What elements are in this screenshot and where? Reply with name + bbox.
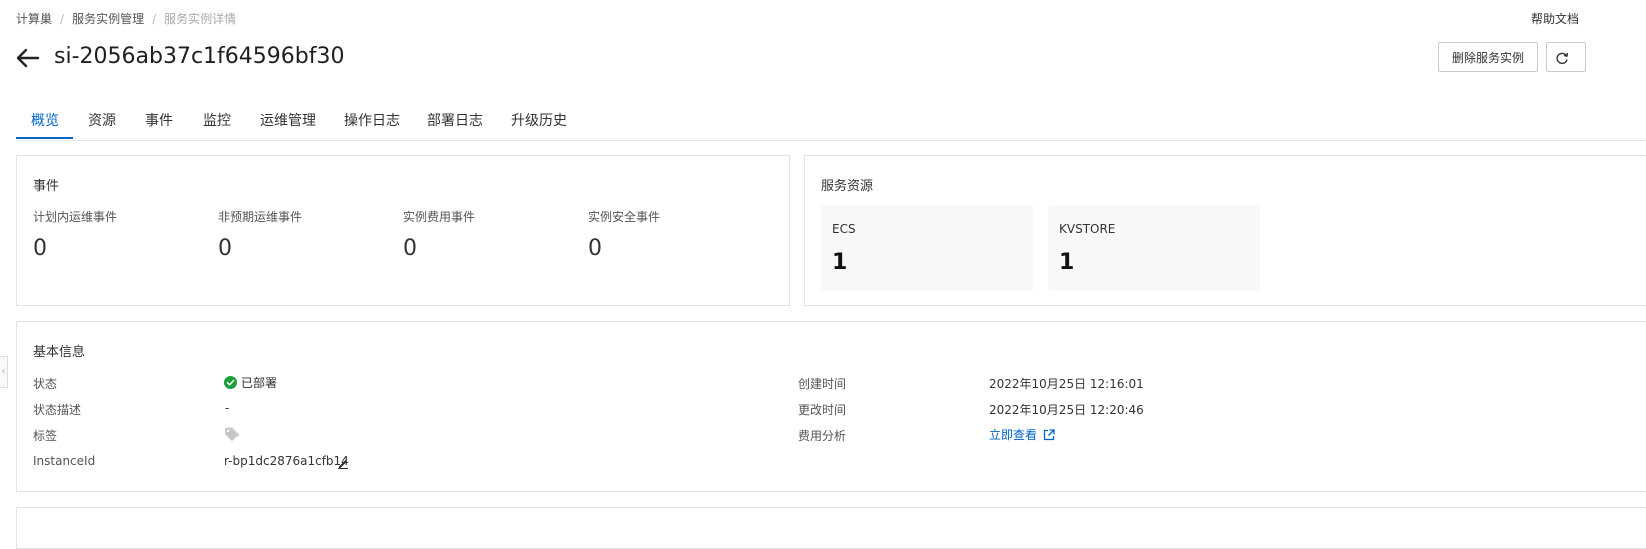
modified-time-value: 2022年10月25日 12:20:46 [989, 403, 1144, 417]
delete-instance-button[interactable]: 删除服务实例 [1438, 42, 1538, 72]
service-resources-card: 服务资源 ECS 1 KVSTORE 1 [804, 155, 1646, 306]
external-link-icon [1043, 428, 1055, 440]
tab-monitoring[interactable]: 监控 [203, 110, 231, 130]
back-arrow-icon[interactable] [14, 44, 42, 72]
view-cost-link[interactable]: 立即查看 [989, 426, 1055, 443]
breadcrumb-current: 服务实例详情 [164, 12, 237, 26]
next-section-card [16, 507, 1646, 549]
unexpected-ops-events-label: 非预期运维事件 [218, 210, 303, 224]
collapse-handle[interactable]: ‹ [0, 356, 8, 388]
instance-id-value: r-bp1dc2876a1cfb14 [224, 454, 349, 468]
tab-bar: 概览 资源 事件 监控 运维管理 操作日志 部署日志 升级历史 [16, 100, 1646, 141]
planned-ops-events-count[interactable]: 0 [33, 236, 47, 261]
cost-analysis-label: 费用分析 [798, 429, 847, 443]
cost-events-count[interactable]: 0 [403, 236, 417, 261]
resource-count: 1 [1059, 250, 1075, 275]
breadcrumb: 计算巢 / 服务实例管理 / 服务实例详情 [16, 10, 236, 27]
tab-upgrade-history[interactable]: 升级历史 [511, 110, 567, 130]
resource-name: KVSTORE [1059, 222, 1116, 236]
created-time-value: 2022年10月25日 12:16:01 [989, 377, 1144, 391]
tags-label: 标签 [33, 429, 58, 443]
unexpected-ops-events-count[interactable]: 0 [218, 236, 232, 261]
tab-operation-logs[interactable]: 操作日志 [344, 110, 400, 130]
resource-tile-ecs[interactable]: ECS 1 [821, 206, 1033, 290]
events-card: 事件 计划内运维事件 0 非预期运维事件 0 实例费用事件 0 实例安全事件 0 [16, 155, 790, 306]
tab-deploy-logs[interactable]: 部署日志 [427, 110, 483, 130]
breadcrumb-item-service-instances[interactable]: 服务实例管理 [72, 12, 144, 26]
created-time-label: 创建时间 [798, 377, 847, 391]
security-events-count[interactable]: 0 [588, 236, 602, 261]
status-description-label: 状态描述 [33, 403, 82, 417]
events-card-title: 事件 [33, 179, 60, 194]
modified-time-label: 更改时间 [798, 403, 847, 417]
cost-events-label: 实例费用事件 [403, 210, 476, 224]
resource-name: ECS [832, 222, 856, 236]
success-check-icon [224, 376, 237, 389]
refresh-icon [1556, 52, 1568, 65]
breadcrumb-separator: / [60, 12, 65, 26]
basic-info-title: 基本信息 [33, 345, 86, 360]
status-value: 已部署 [224, 374, 277, 391]
status-description-value: - [225, 401, 230, 415]
view-cost-link-text: 立即查看 [989, 428, 1038, 442]
basic-info-card: 基本信息 状态 已部署 状态描述 - 标签 InstanceId r-bp1dc… [16, 321, 1646, 492]
help-docs-link[interactable]: 帮助文档 [1531, 10, 1579, 27]
tab-ops-management[interactable]: 运维管理 [260, 110, 316, 130]
tab-resources[interactable]: 资源 [88, 110, 116, 130]
tab-overview[interactable]: 概览 [31, 110, 59, 130]
chevron-left-icon: ‹ [1, 366, 6, 377]
security-events-label: 实例安全事件 [588, 210, 661, 224]
page-title: si-2056ab37c1f64596bf30 [54, 44, 345, 69]
resource-count: 1 [832, 250, 848, 275]
refresh-button[interactable] [1546, 42, 1586, 72]
tab-events[interactable]: 事件 [145, 110, 173, 130]
tag-icon[interactable] [224, 426, 240, 445]
planned-ops-events-label: 计划内运维事件 [33, 210, 118, 224]
edit-pencil-icon[interactable] [337, 454, 349, 473]
breadcrumb-item-compute-nest[interactable]: 计算巢 [16, 12, 52, 26]
status-text: 已部署 [241, 376, 278, 390]
instance-id-label: InstanceId [33, 454, 96, 468]
resource-tile-kvstore[interactable]: KVSTORE 1 [1048, 206, 1260, 290]
status-label: 状态 [33, 377, 58, 391]
service-resources-title: 服务资源 [821, 179, 874, 194]
active-tab-indicator [16, 137, 73, 139]
breadcrumb-separator: / [152, 12, 157, 26]
